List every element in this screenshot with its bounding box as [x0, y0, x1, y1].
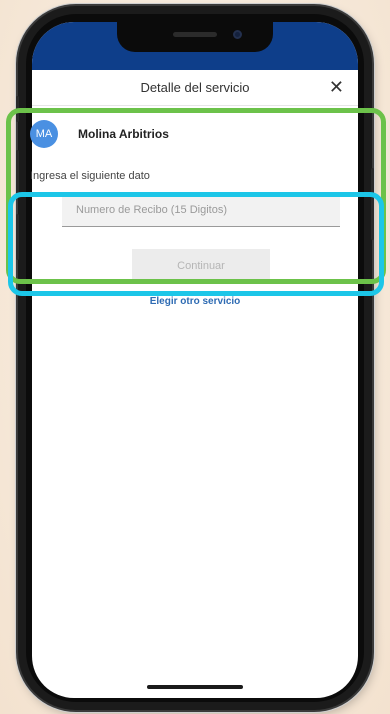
camera-icon — [233, 30, 242, 39]
continue-button[interactable]: Continuar — [132, 249, 270, 283]
avatar: MA — [30, 120, 58, 148]
page-title: Detalle del servicio — [140, 80, 250, 95]
power-button — [371, 168, 374, 240]
input-prompt: Ingresa el siguiente dato — [30, 170, 150, 182]
stage: Detalle del servicio ✕ MA Molina Arbitri… — [0, 0, 390, 714]
mute-switch — [16, 96, 19, 122]
notch — [117, 22, 273, 52]
home-indicator[interactable] — [147, 685, 243, 689]
service-row: MA Molina Arbitrios — [30, 120, 169, 148]
speaker-grille — [173, 32, 217, 37]
choose-other-service-link[interactable]: Elegir otro servicio — [0, 296, 390, 307]
receipt-number-input[interactable] — [62, 193, 340, 227]
close-button[interactable]: ✕ — [329, 78, 344, 96]
volume-up-button — [16, 150, 19, 196]
modal-header: Detalle del servicio ✕ — [32, 70, 358, 106]
volume-down-button — [16, 214, 19, 260]
service-name: Molina Arbitrios — [78, 127, 169, 141]
